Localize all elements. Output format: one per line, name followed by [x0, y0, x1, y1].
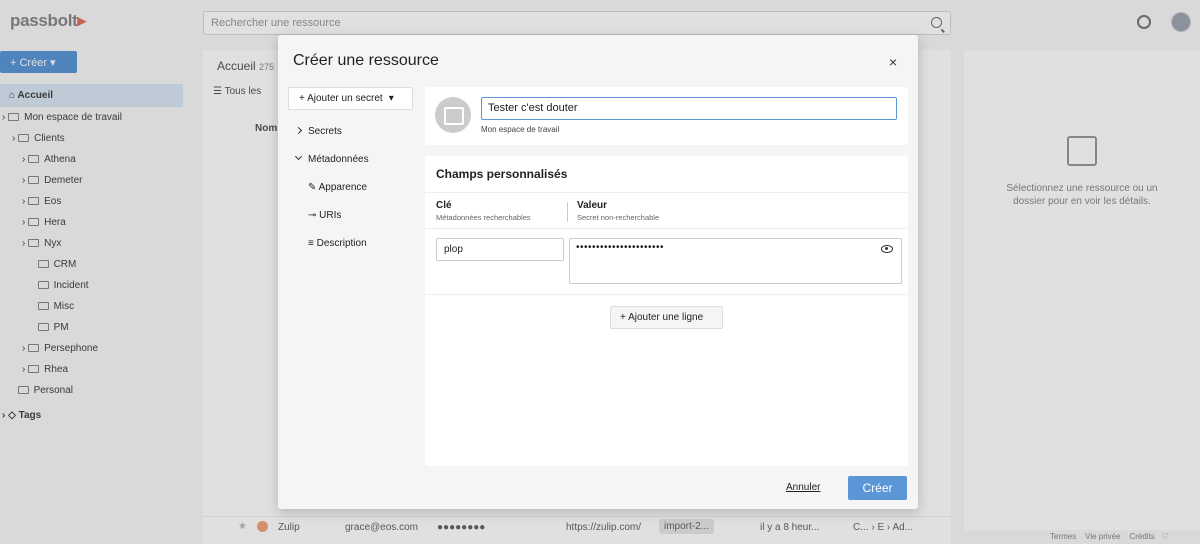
dialog-title: Créer une ressource — [293, 52, 439, 69]
chevron-down-icon — [294, 152, 303, 161]
chevron-down-icon: ▾ — [388, 93, 394, 104]
add-secret-button[interactable]: + Ajouter un secret ▾ — [288, 87, 413, 110]
divider — [425, 294, 908, 295]
dialog-nav: Secrets Métadonnées ✎ Apparence ⊸ URIs ≡… — [288, 123, 418, 263]
chevron-right-icon — [294, 126, 303, 135]
eye-icon[interactable] — [881, 245, 893, 253]
text-lines-icon: ≡ — [308, 238, 317, 249]
add-line-button[interactable]: + Ajouter une ligne — [610, 306, 723, 329]
nav-secrets[interactable]: Secrets — [288, 123, 418, 151]
create-submit-button[interactable]: Créer — [848, 476, 907, 500]
plus-icon: + — [299, 93, 308, 104]
value-subheader: Secret non-recherchable — [577, 213, 660, 222]
custom-fields-panel: Champs personnalisés Clé Métadonnées rec… — [425, 156, 908, 466]
resource-location: Mon espace de travail — [481, 125, 560, 134]
nav-metadata[interactable]: Métadonnées — [288, 151, 418, 179]
nav-uris[interactable]: ⊸ URIs — [288, 207, 418, 235]
create-resource-dialog: Créer une ressource × + Ajouter un secre… — [278, 35, 918, 509]
close-icon[interactable]: × — [889, 54, 897, 70]
nav-appearance[interactable]: ✎ Apparence — [288, 179, 418, 207]
link-icon: ⊸ — [308, 210, 320, 221]
resource-table-icon — [435, 97, 471, 133]
plus-icon: + — [620, 312, 629, 323]
cancel-button[interactable]: Annuler — [786, 482, 820, 493]
key-column-header: Clé Métadonnées recherchables — [436, 200, 531, 222]
divider — [425, 228, 908, 229]
divider — [425, 192, 908, 193]
value-header: Valeur — [577, 200, 608, 211]
value-column-header: Valeur Secret non-recherchable — [577, 200, 659, 222]
resource-name-input[interactable]: Tester c'est douter — [481, 97, 897, 120]
secret-value-input[interactable]: •••••••••••••••••••••• — [569, 238, 902, 284]
key-header: Clé — [436, 200, 452, 211]
brush-icon: ✎ — [308, 182, 319, 193]
divider — [567, 202, 568, 222]
resource-header-panel: Tester c'est douter Mon espace de travai… — [425, 87, 908, 145]
nav-description[interactable]: ≡ Description — [288, 235, 418, 263]
key-subheader: Métadonnées recherchables — [436, 213, 531, 222]
key-input[interactable]: plop — [436, 238, 564, 261]
custom-fields-title: Champs personnalisés — [436, 167, 568, 181]
